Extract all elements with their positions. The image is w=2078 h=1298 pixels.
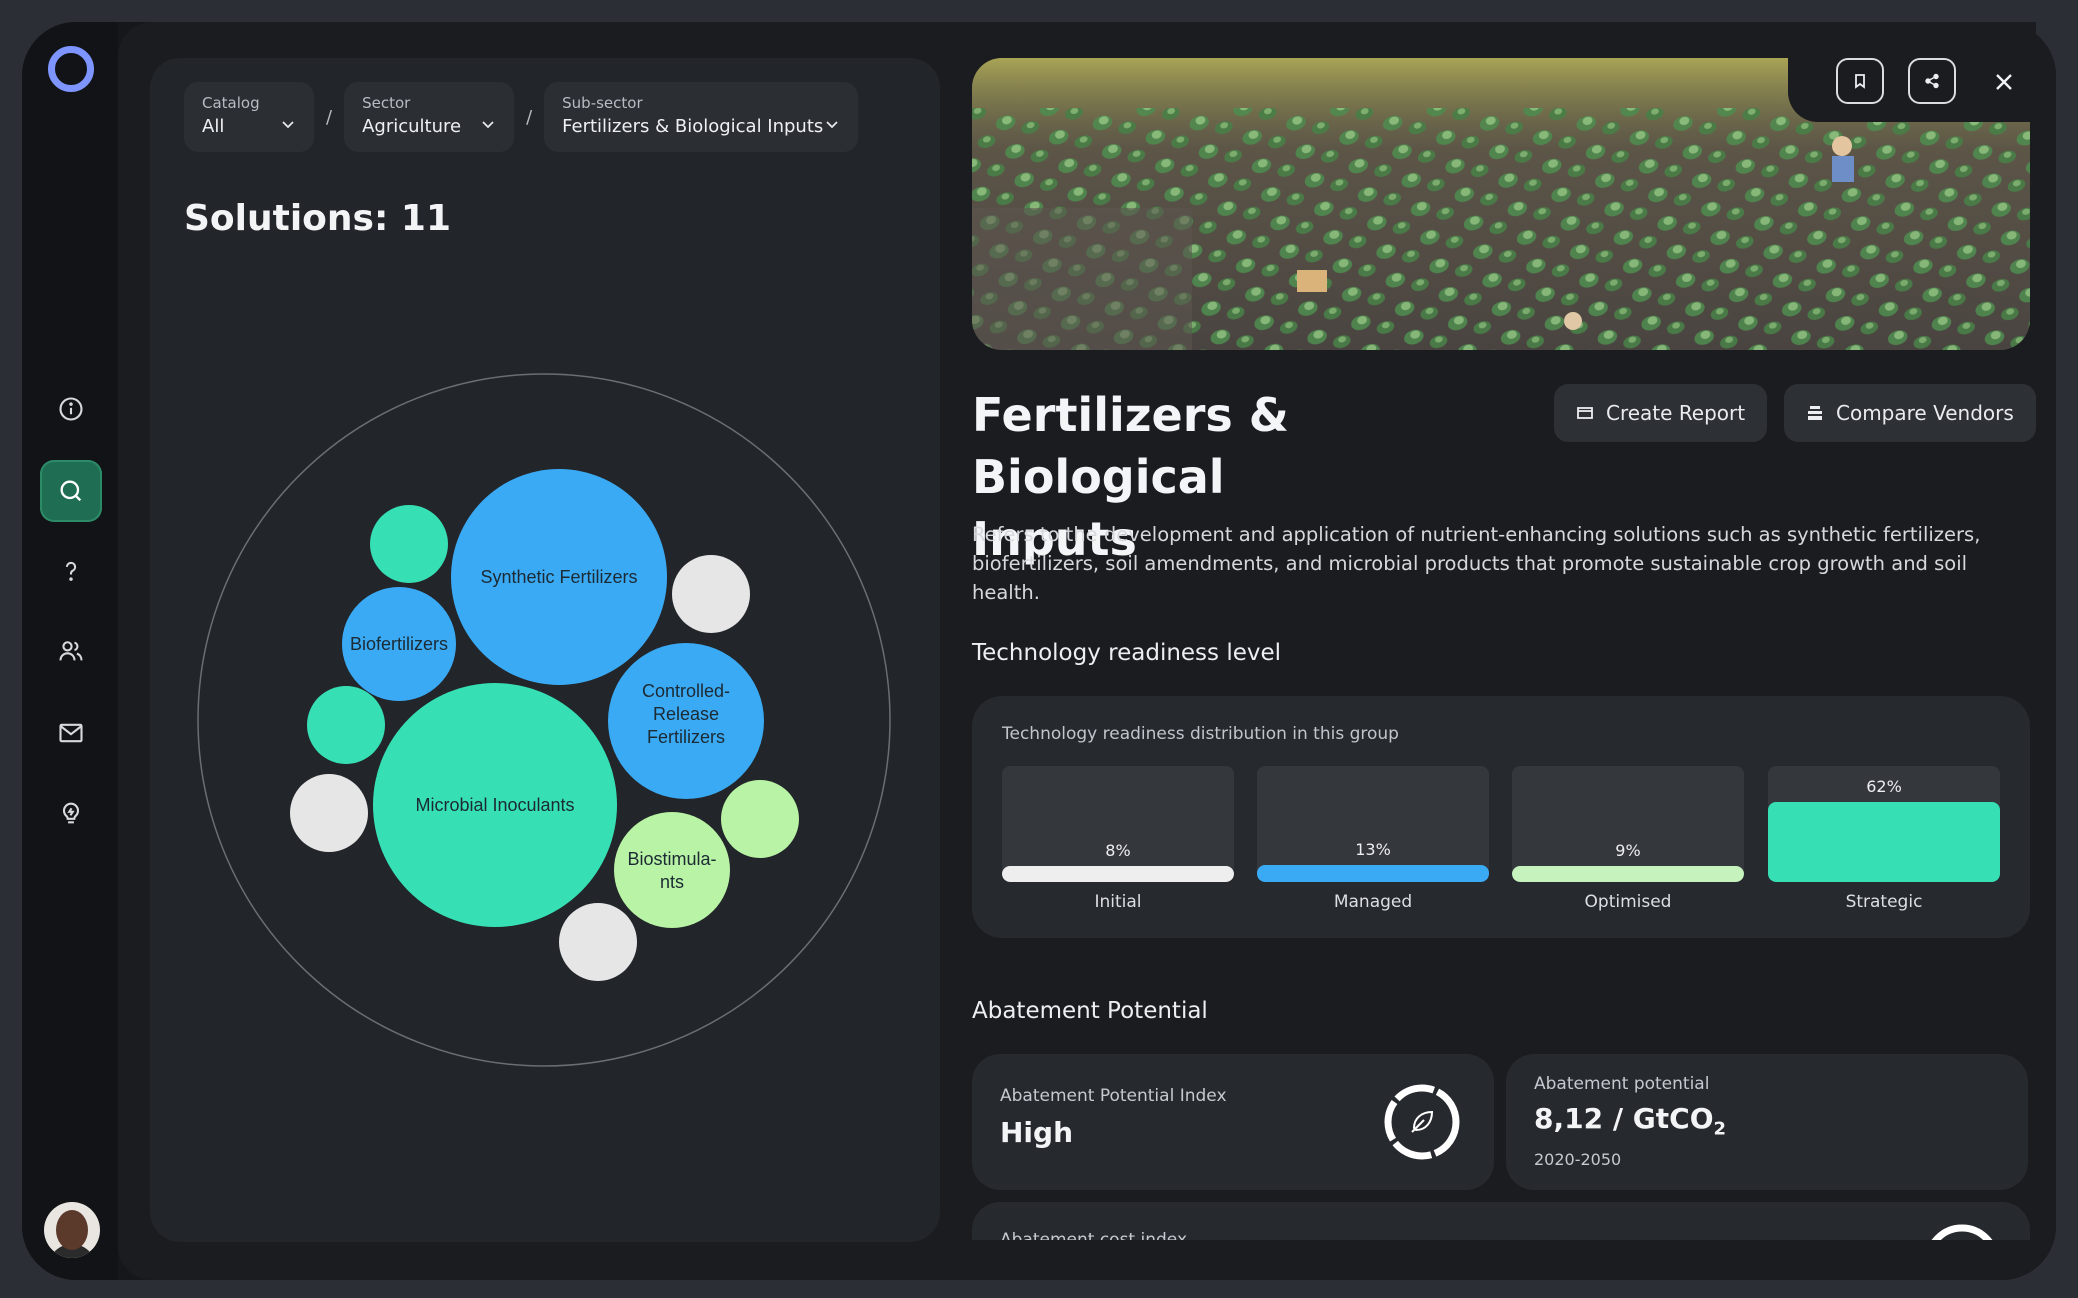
abatement-index-value: High: [1000, 1116, 1074, 1149]
abatement-heading: Abatement Potential: [972, 998, 1208, 1024]
trl-level-managed: 13% Managed: [1257, 766, 1489, 912]
sidebar-item-info[interactable]: [40, 378, 102, 440]
trl-track: 62%: [1768, 766, 2000, 882]
close-icon: [1996, 74, 2012, 90]
abatement-potential-number: 8,12 / GtCO: [1534, 1102, 1714, 1135]
solutions-bubble-chart: Synthetic Fertilizers Biofertilizers Con…: [197, 373, 891, 1067]
trl-percent: 8%: [1105, 841, 1131, 860]
abatement-index-card: Abatement Potential Index High: [972, 1054, 1494, 1190]
compare-vendors-button[interactable]: Compare Vendors: [1784, 384, 2036, 442]
trl-card: Technology readiness distribution in thi…: [972, 696, 2030, 938]
abatement-potential-card: Abatement potential 8,12 / GtCO2 2020-20…: [1506, 1054, 2028, 1190]
report-icon: [1577, 407, 1593, 419]
share-icon: [1925, 73, 1939, 89]
bubble-label-biostim-1: Biostimula-: [627, 849, 716, 869]
search-icon: [60, 480, 82, 502]
solution-title-line-1: Fertilizers & Biological: [972, 388, 1289, 504]
trl-subtitle: Technology readiness distribution in thi…: [1002, 724, 1399, 744]
bubble-small-green-top[interactable]: [370, 505, 448, 583]
trl-level-name: Strategic: [1845, 892, 1923, 912]
trl-level-name: Optimised: [1584, 892, 1672, 912]
bubble-grey-bottom[interactable]: [559, 903, 637, 981]
solutions-panel: Catalog All / Sector Agriculture / Sub-s…: [150, 58, 940, 1242]
trl-level-name: Managed: [1333, 892, 1413, 912]
abatement-potential-label: Abatement potential: [1534, 1074, 1710, 1094]
trl-fill: [1512, 866, 1744, 882]
bubble-light-green-right[interactable]: [721, 780, 799, 858]
compare-vendors-label: Compare Vendors: [1836, 401, 2014, 425]
app-logo-icon[interactable]: [48, 46, 94, 92]
cost-ring-icon: [1931, 1224, 1993, 1240]
trl-percent: 62%: [1866, 777, 1902, 796]
sidebar-item-mail[interactable]: [40, 702, 102, 764]
trl-fill: [1002, 866, 1234, 882]
sidebar-item-users[interactable]: [40, 620, 102, 682]
trl-fill: [1768, 802, 2000, 882]
bubble-grey-left[interactable]: [290, 774, 368, 852]
bubble-biostimulants[interactable]: [614, 812, 730, 928]
trl-track: 9%: [1512, 766, 1744, 882]
lightbulb-icon: [62, 802, 80, 824]
sidebar-item-ideas[interactable]: [40, 782, 102, 844]
bubble-label-controlled-2: Release: [653, 704, 719, 724]
create-report-button[interactable]: Create Report: [1554, 384, 1768, 442]
mail-icon: [59, 723, 83, 743]
users-icon: [59, 641, 83, 661]
trl-fill: [1257, 865, 1489, 882]
trl-percent: 13%: [1355, 840, 1391, 859]
close-button[interactable]: [1984, 62, 2024, 102]
bubble-grey-top-right[interactable]: [672, 555, 750, 633]
trl-percent: 9%: [1615, 841, 1641, 860]
scroll-clip: [972, 1240, 2030, 1258]
trl-level-initial: 8% Initial: [1002, 766, 1234, 912]
sidebar-item-search[interactable]: [40, 460, 102, 522]
trl-level-strategic: 62% Strategic: [1768, 766, 2000, 912]
trl-track: 8%: [1002, 766, 1234, 882]
abatement-index-label: Abatement Potential Index: [1000, 1086, 1227, 1106]
bubble-label-controlled-1: Controlled-: [642, 681, 730, 701]
solution-description: Refers to the development and applicatio…: [972, 523, 1981, 604]
trl-level-name: Initial: [1094, 892, 1142, 912]
bubble-label-microbial: Microbial Inoculants: [415, 795, 574, 815]
bookmark-icon: [1855, 74, 1865, 89]
user-avatar[interactable]: [44, 1202, 100, 1258]
trl-track: 13%: [1257, 766, 1489, 882]
avatar-face: [56, 1210, 88, 1250]
abatement-potential-years: 2020-2050: [1534, 1150, 1622, 1169]
bubble-label-biostim-2: nts: [660, 872, 684, 892]
abatement-cost-label: Abatement cost index: [1000, 1230, 1188, 1240]
abatement-potential-subscript: 2: [1713, 1118, 1727, 1140]
compare-icon: [1808, 406, 1822, 420]
leaf-ring-icon: [1384, 1084, 1460, 1160]
info-icon: [59, 397, 83, 421]
bubble-label-biofertilizers: Biofertilizers: [350, 634, 448, 654]
question-icon: [65, 561, 77, 581]
bubble-label-synthetic: Synthetic Fertilizers: [480, 567, 637, 587]
sidebar-item-help[interactable]: [40, 540, 102, 602]
trl-heading: Technology readiness level: [972, 640, 1282, 666]
create-report-label: Create Report: [1606, 401, 1746, 425]
bubble-small-green-left[interactable]: [307, 686, 385, 764]
bubble-label-controlled-3: Fertilizers: [647, 727, 725, 747]
trl-level-optimised: 9% Optimised: [1512, 766, 1744, 912]
bookmark-button[interactable]: [1836, 58, 1884, 104]
abatement-potential-value: 8,12 / GtCO2: [1534, 1102, 1726, 1140]
abatement-cost-card: Abatement cost index: [972, 1202, 2030, 1240]
sidebar: [22, 22, 118, 1280]
share-button[interactable]: [1908, 58, 1956, 104]
